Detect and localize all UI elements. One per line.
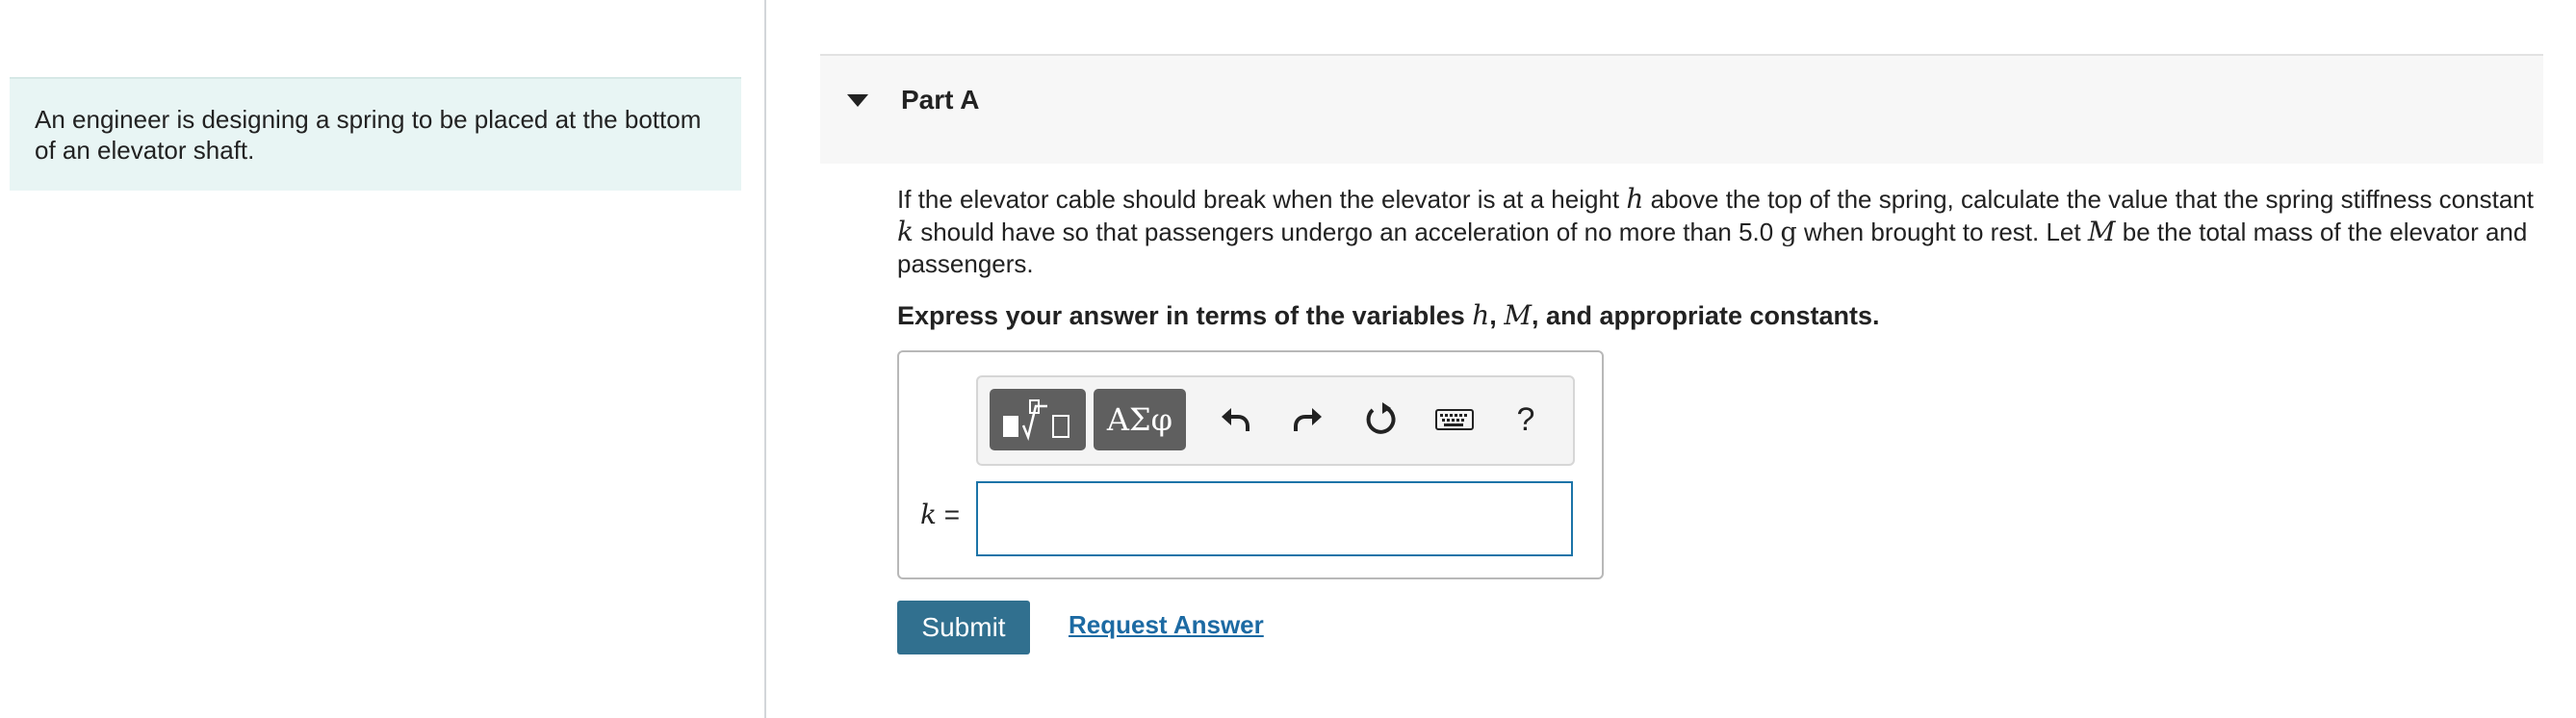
answer-label: k = [920, 499, 961, 530]
submit-button[interactable]: Submit [897, 601, 1030, 654]
var-k: k [897, 216, 914, 247]
templates-button[interactable] [990, 389, 1086, 450]
question-text: If the elevator cable should break when … [897, 183, 2534, 278]
help-button[interactable]: ? [1496, 389, 1556, 450]
part-title: Part A [901, 85, 980, 115]
answer-input[interactable] [976, 481, 1573, 556]
keyboard-button[interactable] [1425, 389, 1484, 450]
templates-icon [1003, 399, 1069, 441]
left-pane: An engineer is designing a spring to be … [0, 0, 766, 718]
problem-intro-text: An engineer is designing a spring to be … [35, 105, 702, 165]
redo-icon [1294, 408, 1322, 431]
undo-icon [1222, 408, 1249, 431]
undo-button[interactable] [1205, 389, 1265, 450]
request-answer-link[interactable]: Request Answer [1069, 610, 1264, 640]
problem-intro: An engineer is designing a spring to be … [10, 77, 741, 191]
math-toolbar: ΑΣφ ? [976, 375, 1575, 466]
redo-button[interactable] [1278, 389, 1338, 450]
part-a-header[interactable]: Part A [820, 54, 2543, 164]
greek-symbols-button[interactable]: ΑΣφ [1094, 389, 1186, 450]
answer-box: ΑΣφ ? k = [897, 350, 1604, 579]
collapse-caret-icon[interactable] [847, 94, 868, 107]
answer-instruction: Express your answer in terms of the vari… [897, 299, 1880, 331]
var-M: M [2087, 216, 2116, 247]
unit-g: g [1780, 218, 1797, 247]
var-h: h [1472, 299, 1490, 331]
var-M: M [1504, 299, 1532, 331]
keyboard-icon [1435, 409, 1474, 430]
var-h: h [1626, 183, 1644, 215]
reset-icon [1366, 402, 1396, 434]
reset-button[interactable] [1352, 389, 1411, 450]
